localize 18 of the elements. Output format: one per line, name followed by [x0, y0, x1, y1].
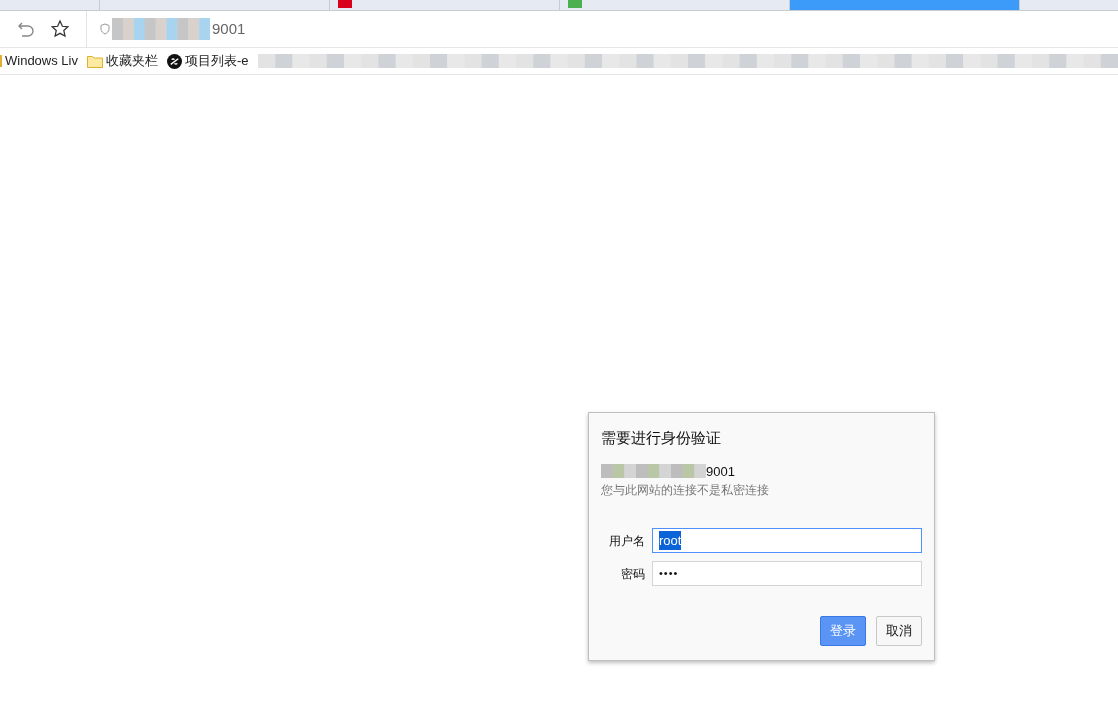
username-field[interactable]: root	[651, 528, 922, 553]
shield-icon	[100, 23, 110, 35]
bookmark[interactable]: 收藏夹栏	[86, 51, 158, 71]
bookmark[interactable]: Windows Liv	[0, 51, 78, 71]
dialog-title: 需要进行身份验证	[601, 428, 722, 448]
address-text[interactable]: 9001	[212, 17, 246, 41]
warning-text: 您与此网站的连接不是私密连接	[601, 482, 770, 499]
bookmark-edge-icon	[0, 55, 2, 67]
folder-icon	[86, 54, 103, 68]
star-icon[interactable]	[50, 19, 70, 39]
bookmark[interactable]: 项目列表-e	[166, 51, 249, 71]
password-field[interactable]: ••••	[651, 561, 922, 586]
field-label: 密码	[619, 565, 645, 583]
undo-icon[interactable]	[17, 20, 35, 38]
field-label: 用户名	[607, 532, 645, 550]
cancel-button[interactable]: 取消	[876, 616, 922, 646]
host-text: 9001	[706, 462, 735, 481]
site-icon	[166, 53, 182, 69]
